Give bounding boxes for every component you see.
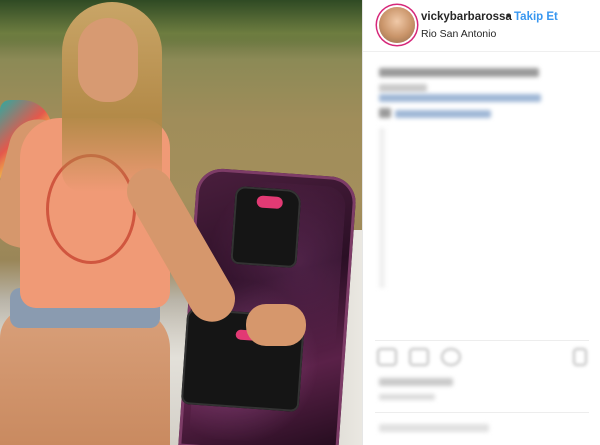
location-link[interactable]: Rio San Antonio	[421, 28, 496, 40]
comment-icon[interactable]	[409, 348, 429, 366]
post-side-panel: vickybarbarossa • Takip Et Rio San Anton…	[362, 0, 600, 445]
username-link[interactable]: vickybarbarossa	[421, 11, 512, 23]
boot-accent	[256, 195, 284, 210]
legs	[0, 308, 170, 445]
blurred-hashtags	[379, 94, 541, 102]
divider	[375, 340, 589, 341]
divider	[375, 412, 589, 413]
blurred-comment-input[interactable]	[379, 424, 489, 432]
separator-dot: •	[506, 11, 511, 23]
blurred-likes	[379, 378, 453, 386]
share-icon[interactable]	[441, 348, 461, 366]
right-hand	[246, 304, 306, 346]
blurred-text-line	[379, 68, 539, 77]
blurred-date	[379, 394, 435, 400]
avatar[interactable]	[379, 7, 415, 43]
blurred-hashtags	[395, 110, 491, 118]
post-photo[interactable]	[0, 0, 362, 445]
bookmark-icon[interactable]	[573, 348, 587, 366]
face	[78, 18, 138, 102]
post-header: vickybarbarossa • Takip Et Rio San Anton…	[363, 0, 600, 52]
follow-button[interactable]: Takip Et	[514, 11, 558, 23]
blurred-comments	[379, 128, 385, 288]
like-icon[interactable]	[377, 348, 397, 366]
blurred-text-line	[379, 84, 427, 92]
wakeboard-boot-top	[230, 185, 302, 269]
blurred-avatar	[379, 108, 391, 118]
